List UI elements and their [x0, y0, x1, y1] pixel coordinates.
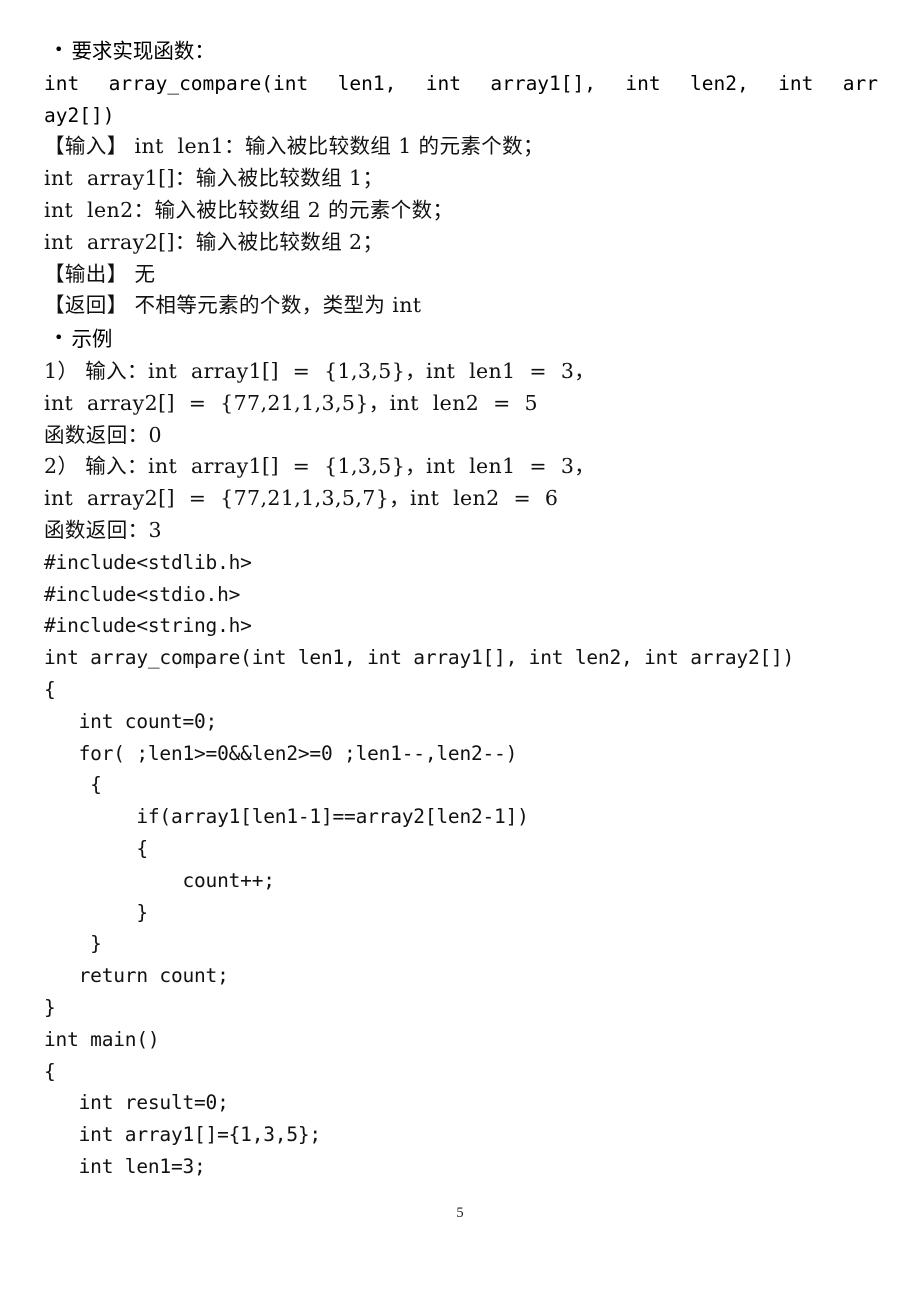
code-line-for-open-brace: { — [44, 773, 102, 797]
code-line-include-stdlib: #include<stdlib.h> — [44, 550, 252, 574]
example-heading-text: 示例 — [71, 327, 113, 352]
example1-input-line1: 1） 输入：int array1[] = {1,3,5}，int len1 = … — [44, 358, 596, 383]
page-number: 5 — [456, 1205, 464, 1221]
code-line-return-count: return count; — [44, 964, 229, 988]
code-line-decl-len1: int len1=3; — [44, 1154, 206, 1178]
code-line-func-close-brace: } — [44, 995, 56, 1019]
code-line-if-open-brace: { — [44, 836, 148, 860]
requirement-heading-text: 要求实现函数： — [71, 39, 215, 63]
example-heading: • 示例 — [44, 322, 878, 356]
code-line-include-stdio: #include<stdio.h> — [44, 582, 241, 606]
code-line-decl-count: int count=0; — [44, 709, 218, 733]
example2-input-line1: 2） 输入：int array1[] = {1,3,5}，int len1 = … — [44, 454, 596, 479]
input-array2-line: int array2[]：输入被比较数组 2； — [44, 229, 384, 254]
example1-input-line2: int array2[] = {77,21,1,3,5}，int len2 = … — [44, 390, 538, 415]
input-array1-line: int array1[]：输入被比较数组 1； — [44, 166, 384, 191]
document-page: • 要求实现函数： int array_compare(int len1, int… — [0, 0, 920, 1302]
return-line: 【返回】 不相等元素的个数，类型为 int — [44, 293, 422, 318]
code-line-for-close-brace: } — [44, 932, 102, 956]
code-line-main-open-brace: { — [44, 1059, 56, 1083]
code-line-include-string: #include<string.h> — [44, 614, 252, 638]
code-line-func-open-brace: { — [44, 677, 56, 701]
example1-return-line: 函数返回：0 — [44, 422, 162, 447]
function-signature-continuation: ay2[]) — [44, 103, 115, 127]
code-line-main-def: int main() — [44, 1027, 160, 1051]
code-line-count-increment: count++; — [44, 868, 275, 892]
code-line-function-def: int array_compare(int len1, int array1[]… — [44, 646, 795, 670]
code-line-if-close-brace: } — [44, 900, 148, 924]
code-line-decl-result: int result=0; — [44, 1091, 229, 1115]
function-signature-line: int array_compare(int len1, int array1[]… — [44, 71, 878, 95]
output-line: 【输出】 无 — [44, 261, 156, 286]
input-len2-line: int len2：输入被比较数组 2 的元素个数； — [44, 197, 454, 222]
input-len1-line: 【输入】 int len1：输入被比较数组 1 的元素个数； — [44, 134, 544, 159]
bullet-marker-icon: • — [54, 40, 64, 59]
source-code-block: #include<stdlib.h> #include<stdio.h> #in… — [44, 547, 878, 1183]
example2-return-line: 函数返回：3 — [44, 517, 162, 542]
bullet-marker-icon-2: • — [54, 328, 64, 348]
code-line-decl-array1: int array1[]={1,3,5}; — [44, 1123, 322, 1147]
requirement-heading: • 要求实现函数： — [44, 34, 878, 68]
code-line-for-statement: for( ;len1>=0&&len2>=0 ;len1--,len2--) — [44, 741, 518, 765]
example2-input-line2: int array2[] = {77,21,1,3,5,7}，int len2 … — [44, 486, 559, 511]
page-content: • 要求实现函数： int array_compare(int len1, int… — [44, 34, 878, 1183]
code-line-if-statement: if(array1[len1-1]==array2[len2-1]) — [44, 805, 529, 829]
